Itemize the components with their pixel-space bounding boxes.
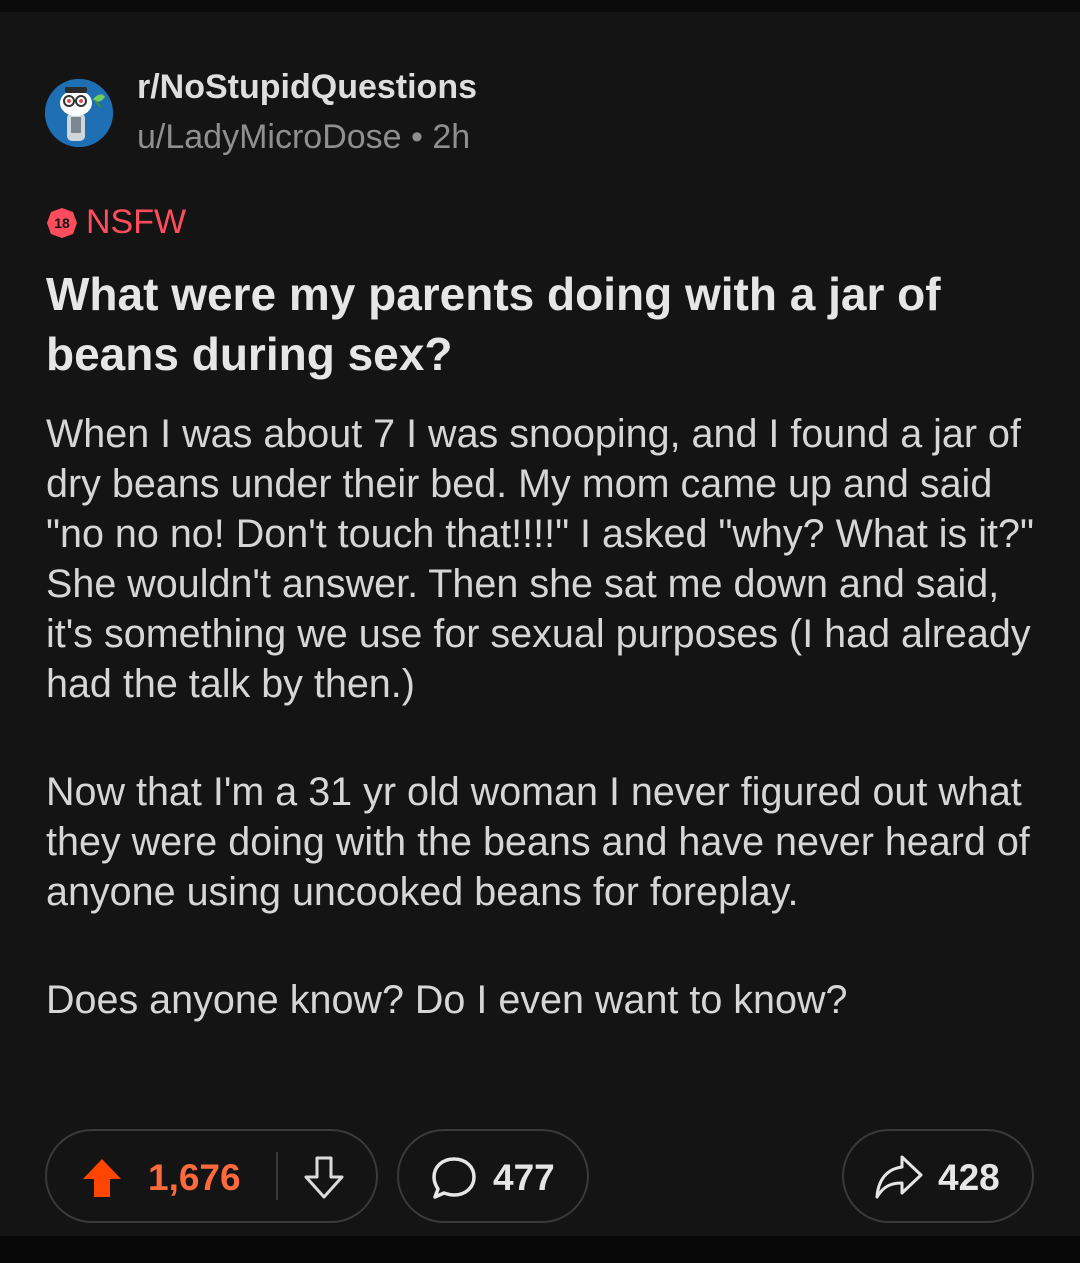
subreddit-name[interactable]: r/NoStupidQuestions bbox=[137, 68, 477, 107]
share-arrow-icon bbox=[874, 1153, 924, 1206]
author-name[interactable]: u/LadyMicroDose bbox=[137, 118, 402, 156]
post-paragraph: Does anyone know? Do I even want to know… bbox=[46, 978, 848, 1022]
bottom-strip bbox=[0, 1236, 1080, 1263]
post-body: When I was about 7 I was snooping, and I… bbox=[46, 409, 1041, 1025]
post-paragraph: Now that I'm a 31 yr old woman I never f… bbox=[46, 770, 1030, 914]
vote-bar: 1,676 bbox=[45, 1129, 378, 1223]
screenshot-frame: r/NoStupidQuestions u/LadyMicroDose • 2h… bbox=[0, 0, 1080, 1263]
upvote-count: 1,676 bbox=[148, 1157, 241, 1198]
post-paragraph: When I was about 7 I was snooping, and I… bbox=[46, 412, 1035, 706]
comments-button[interactable]: 477 bbox=[397, 1129, 589, 1223]
comment-bubble-icon bbox=[431, 1155, 477, 1206]
nsfw-tag: 18 NSFW bbox=[46, 203, 186, 242]
post-card[interactable]: r/NoStupidQuestions u/LadyMicroDose • 2h… bbox=[0, 12, 1080, 1236]
post-age: 2h bbox=[432, 118, 471, 156]
post-title[interactable]: What were my parents doing with a jar of… bbox=[46, 264, 1036, 384]
comment-count: 477 bbox=[493, 1157, 555, 1198]
share-count: 428 bbox=[938, 1157, 1000, 1198]
vote-divider bbox=[276, 1152, 278, 1200]
nsfw-18-icon: 18 bbox=[46, 207, 78, 239]
downvote-arrow-icon[interactable] bbox=[303, 1155, 345, 1206]
post-meta: u/LadyMicroDose • 2h bbox=[137, 118, 470, 157]
nsfw-badge-text: 18 bbox=[54, 214, 70, 231]
share-button[interactable]: 428 bbox=[842, 1129, 1034, 1223]
upvote-arrow-icon[interactable] bbox=[81, 1157, 123, 1204]
snoo-avatar-icon bbox=[45, 79, 113, 147]
meta-separator: • bbox=[411, 118, 423, 156]
subreddit-avatar[interactable] bbox=[45, 79, 113, 147]
nsfw-label: NSFW bbox=[86, 203, 187, 241]
